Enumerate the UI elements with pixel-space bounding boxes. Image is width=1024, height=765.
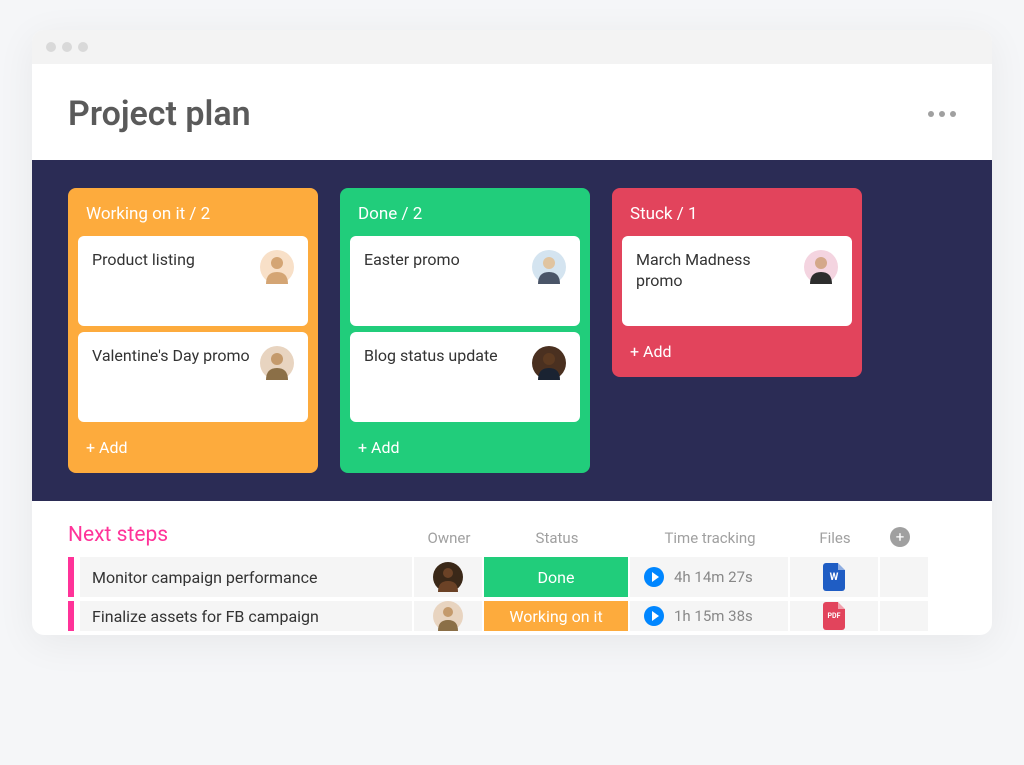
extra-cell [880, 601, 928, 631]
card-title: Product listing [92, 250, 203, 271]
status-cell[interactable]: Done [484, 557, 630, 597]
time-cell[interactable]: 1h 15m 38s [630, 601, 790, 631]
browser-chrome [32, 30, 992, 64]
add-card-button[interactable]: + Add [350, 428, 580, 459]
card-title: Valentine's Day promo [92, 346, 258, 367]
card-title: Blog status update [364, 346, 506, 367]
kanban-board: Working on it / 2 Product listing Valent… [32, 160, 992, 501]
file-pdf-icon: PDF [823, 602, 845, 630]
column-done: Done / 2 Easter promo Blog status update… [340, 188, 590, 473]
browser-window: Project plan Working on it / 2 Product l… [32, 30, 992, 635]
column-stuck: Stuck / 1 March Madness promo + Add [612, 188, 862, 377]
col-header-status: Status [484, 529, 630, 547]
card[interactable]: Product listing [78, 236, 308, 326]
play-icon[interactable] [644, 606, 664, 626]
file-word-icon: W [823, 563, 845, 591]
play-icon[interactable] [644, 567, 664, 587]
status-cell[interactable]: Working on it [484, 601, 630, 631]
add-card-button[interactable]: + Add [78, 428, 308, 459]
card[interactable]: Blog status update [350, 332, 580, 422]
owner-cell[interactable] [414, 601, 484, 631]
files-cell[interactable]: PDF [790, 601, 880, 631]
col-header-owner: Owner [414, 529, 484, 547]
files-cell[interactable]: W [790, 557, 880, 597]
window-dot [46, 42, 56, 52]
add-card-button[interactable]: + Add [622, 332, 852, 363]
time-value: 4h 14m 27s [674, 568, 753, 586]
avatar [260, 346, 294, 380]
time-cell[interactable]: 4h 14m 27s [630, 557, 790, 597]
avatar [260, 250, 294, 284]
card-title: Easter promo [364, 250, 468, 271]
page-header: Project plan [32, 64, 992, 160]
plus-icon: + [890, 527, 910, 547]
time-value: 1h 15m 38s [674, 607, 753, 625]
avatar [532, 250, 566, 284]
col-header-time: Time tracking [630, 529, 790, 547]
task-name: Finalize assets for FB campaign [80, 601, 414, 631]
task-name: Monitor campaign performance [80, 557, 414, 597]
next-steps-section: Next steps Owner Status Time tracking Fi… [32, 501, 992, 631]
avatar [532, 346, 566, 380]
owner-cell[interactable] [414, 557, 484, 597]
column-header: Done / 2 [350, 198, 580, 236]
window-dot [78, 42, 88, 52]
extra-cell [880, 557, 928, 597]
avatar [433, 562, 463, 592]
table-row[interactable]: Finalize assets for FB campaign Working … [68, 601, 956, 631]
table-row[interactable]: Monitor campaign performance Done 4h 14m… [68, 557, 956, 597]
card[interactable]: Valentine's Day promo [78, 332, 308, 422]
card[interactable]: March Madness promo [622, 236, 852, 326]
row-accent-bar [68, 601, 74, 631]
column-header: Working on it / 2 [78, 198, 308, 236]
card-title: March Madness promo [636, 250, 804, 292]
card[interactable]: Easter promo [350, 236, 580, 326]
more-menu-icon[interactable] [928, 111, 956, 117]
section-title: Next steps [68, 523, 414, 547]
window-dot [62, 42, 72, 52]
avatar [433, 601, 463, 631]
row-accent-bar [68, 557, 74, 597]
table-header-row: Next steps Owner Status Time tracking Fi… [68, 523, 956, 547]
col-header-files: Files [790, 529, 880, 547]
avatar [804, 250, 838, 284]
page-title: Project plan [68, 94, 251, 134]
add-column-button[interactable]: + [880, 527, 920, 547]
column-working: Working on it / 2 Product listing Valent… [68, 188, 318, 473]
column-header: Stuck / 1 [622, 198, 852, 236]
